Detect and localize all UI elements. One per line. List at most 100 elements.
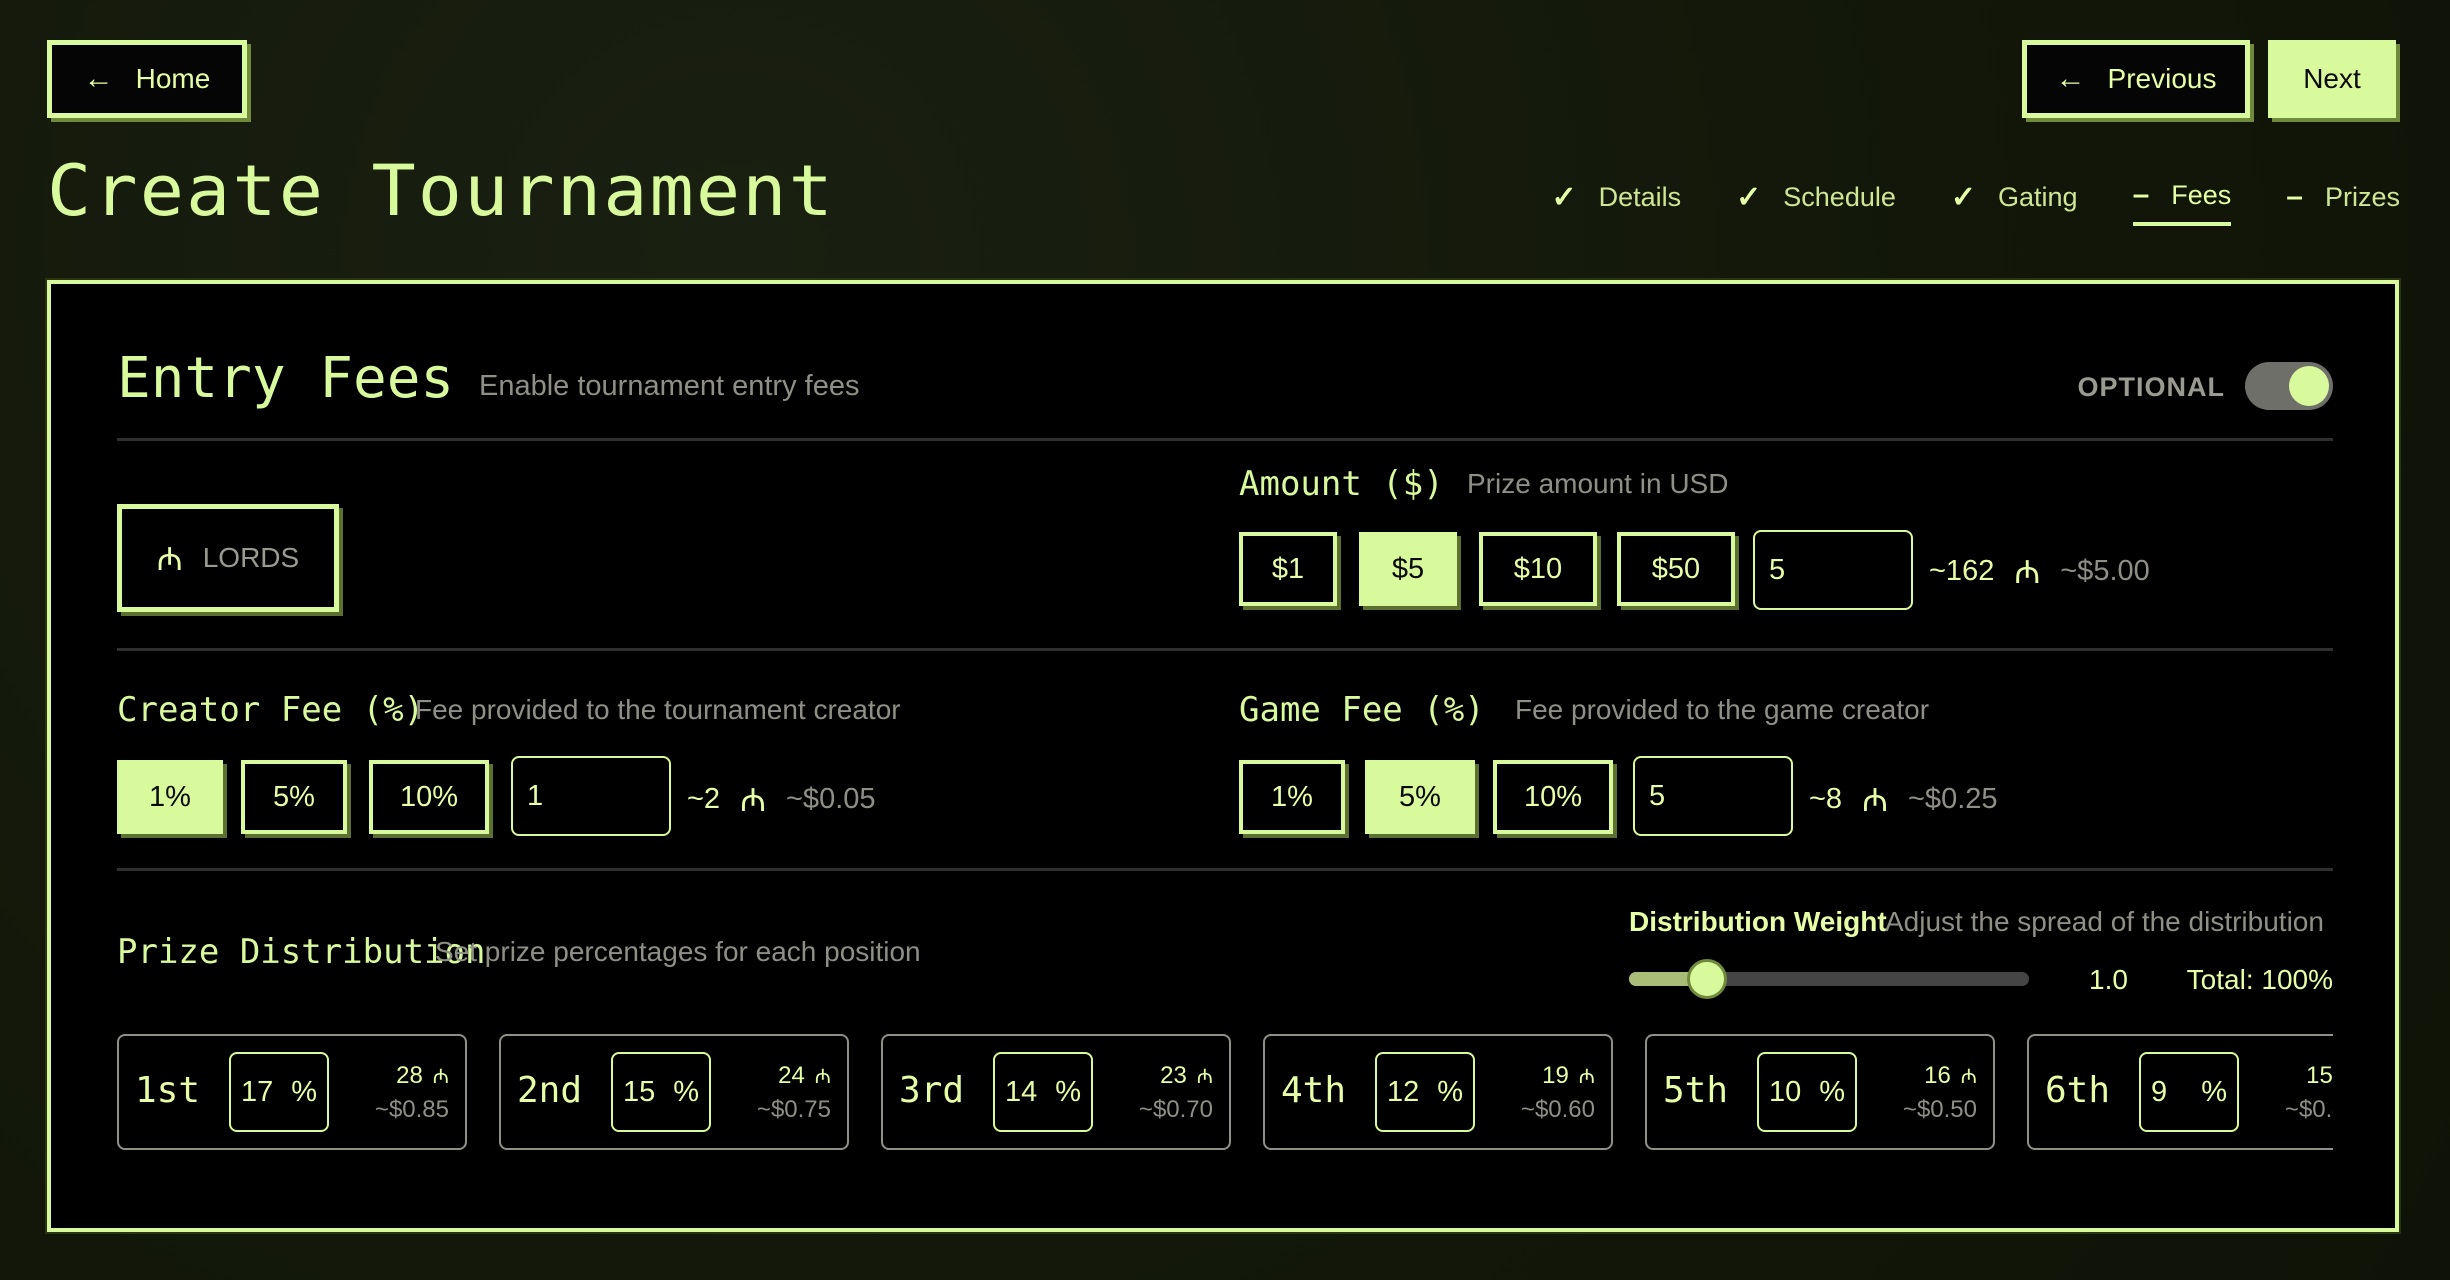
prize-position-card: 1st 17% 28 ₼ ~$0.85 — [117, 1034, 467, 1150]
usd-amount: ~$0.45 — [2284, 1096, 2333, 1123]
position-label: 6th — [2045, 1070, 2111, 1111]
prize-position-card: 2nd 15% 24 ₼ ~$0.75 — [499, 1034, 849, 1150]
divider — [117, 648, 2333, 651]
step-fees[interactable]: – Fees — [2132, 178, 2232, 226]
lords-icon: ₼ — [814, 1066, 831, 1088]
game-fee-preset-button[interactable]: 10% — [1493, 760, 1613, 834]
prize-distribution-title: Prize Distribution — [117, 932, 486, 972]
percentage-input[interactable]: 10% — [1757, 1052, 1857, 1132]
prize-position-list: 1st 17% 28 ₼ ~$0.85 2nd 15% 24 ₼ ~$0.75 3rd 14% 23 ₼ ~… — [117, 1034, 2333, 1152]
percent-symbol: % — [673, 1075, 699, 1108]
step-label: Details — [1598, 181, 1682, 212]
token-select[interactable]: ₼ LORDS — [117, 504, 339, 612]
distribution-weight-label: Distribution Weight — [1629, 906, 1887, 937]
percentage-input[interactable]: 14% — [993, 1052, 1093, 1132]
creator-fee-preset-button[interactable]: 5% — [241, 760, 347, 834]
amount-preset-button[interactable]: $50 — [1617, 532, 1735, 606]
arrow-left-icon: ← — [2055, 62, 2086, 95]
amount-subtitle: Prize amount in USD — [1467, 468, 1729, 499]
step-details[interactable]: ✓ Details — [1551, 178, 1681, 226]
game-fee-input[interactable]: 5 — [1633, 756, 1793, 836]
step-label: Gating — [1998, 181, 2078, 212]
percentage-input[interactable]: 12% — [1375, 1052, 1475, 1132]
game-fee-conversion: ~8 ₼ ~$0.25 — [1809, 778, 1998, 821]
token-amount-value: 23 — [1160, 1062, 1187, 1089]
lords-icon: ₼ — [1196, 1066, 1213, 1088]
percentage-input[interactable]: 9% — [2139, 1052, 2239, 1132]
percent-symbol: % — [2201, 1075, 2227, 1108]
token-equiv: ~162 — [1929, 555, 1995, 587]
slider-thumb[interactable] — [1687, 959, 1727, 999]
percentage-value: 17 — [241, 1075, 274, 1108]
lords-icon: ₼ — [2014, 554, 2041, 590]
token-amount: 19 ₼ — [1542, 1062, 1595, 1090]
creator-fee-input[interactable]: 1 — [511, 756, 671, 836]
next-button[interactable]: Next — [2268, 40, 2396, 118]
dash-icon: – — [2286, 180, 2303, 213]
percentage-value: 15 — [623, 1075, 656, 1108]
creator-fee-subtitle: Fee provided to the tournament creator — [415, 694, 901, 725]
creator-fee-preset-button[interactable]: 10% — [369, 760, 489, 834]
amount-preset-button[interactable]: $1 — [1239, 532, 1337, 606]
usd-amount: ~$0.50 — [1902, 1096, 1977, 1123]
next-label: Next — [2303, 63, 2361, 94]
check-icon: ✓ — [1551, 180, 1577, 214]
prize-position-card: 6th 9% 15₼ ~$0.45 — [2027, 1034, 2333, 1150]
position-label: 3rd — [899, 1070, 965, 1111]
position-label: 1st — [135, 1070, 201, 1111]
usd-amount: ~$0.70 — [1138, 1096, 1213, 1123]
entry-fees-panel: Entry Fees Enable tournament entry fees … — [47, 280, 2399, 1232]
position-label: 2nd — [517, 1070, 583, 1111]
step-prizes[interactable]: – Prizes — [2286, 178, 2400, 226]
token-amount: 23 ₼ — [1160, 1062, 1213, 1090]
usd-amount: ~$0.75 — [756, 1096, 831, 1123]
token-amount-value: 15 — [2306, 1062, 2333, 1089]
optional-label: OPTIONAL — [2077, 372, 2225, 402]
distribution-weight-slider[interactable] — [1629, 959, 2029, 999]
percent-symbol: % — [1819, 1075, 1845, 1108]
percent-symbol: % — [291, 1075, 317, 1108]
check-icon: ✓ — [1950, 180, 1977, 214]
lords-icon: ₼ — [156, 540, 183, 577]
game-fee-preset-button[interactable]: 5% — [1365, 760, 1475, 834]
prize-distribution-subtitle: Set prize percentages for each position — [435, 936, 921, 967]
distribution-weight-hint: Adjust the spread of the distribution — [1885, 906, 2324, 937]
creator-fee-preset-button[interactable]: 1% — [117, 760, 223, 834]
game-fee-title: Game Fee (%) — [1239, 690, 1485, 730]
entry-fees-toggle[interactable] — [2245, 362, 2333, 410]
home-button[interactable]: ← Home — [47, 40, 247, 118]
step-label: Schedule — [1783, 181, 1896, 212]
dash-icon: – — [2132, 178, 2150, 211]
percentage-value: 10 — [1769, 1075, 1802, 1108]
step-label: Prizes — [2324, 181, 2400, 212]
amount-preset-button[interactable]: $5 — [1359, 532, 1457, 606]
token-amount: 15₼ — [2306, 1062, 2333, 1090]
percent-symbol: % — [1437, 1075, 1463, 1108]
step-schedule[interactable]: ✓ Schedule — [1736, 178, 1896, 226]
prize-position-card: 5th 10% 16 ₼ ~$0.50 — [1645, 1034, 1995, 1150]
amount-input[interactable]: 5 — [1753, 530, 1913, 610]
divider — [117, 438, 2333, 441]
prize-position-card: 4th 12% 19 ₼ ~$0.60 — [1263, 1034, 1613, 1150]
arrow-left-icon: ← — [83, 62, 114, 95]
previous-label: Previous — [2107, 63, 2217, 94]
entry-fees-title: Entry Fees — [117, 346, 455, 411]
creator-fee-title: Creator Fee (%) — [117, 690, 425, 730]
stepper: ✓ Details ✓ Schedule ✓ Gating – Fees – Prizes — [1551, 178, 2400, 226]
percent-symbol: % — [1055, 1075, 1081, 1108]
lords-icon: ₼ — [1960, 1066, 1977, 1088]
step-label: Fees — [2171, 179, 2232, 210]
lords-icon: ₼ — [432, 1066, 449, 1088]
game-fee-preset-button[interactable]: 1% — [1239, 760, 1345, 834]
percentage-input[interactable]: 17% — [229, 1052, 329, 1132]
prize-position-card: 3rd 14% 23 ₼ ~$0.70 — [881, 1034, 1231, 1150]
usd-equiv: ~$0.05 — [786, 783, 876, 815]
amount-conversion: ~162 ₼ ~$5.00 — [1929, 550, 2150, 593]
percentage-input[interactable]: 15% — [611, 1052, 711, 1132]
lords-icon: ₼ — [740, 782, 766, 818]
step-gating[interactable]: ✓ Gating — [1951, 178, 2078, 226]
amount-preset-button[interactable]: $10 — [1479, 532, 1597, 606]
previous-button[interactable]: ← Previous — [2022, 40, 2250, 118]
position-label: 4th — [1281, 1070, 1347, 1111]
position-label: 5th — [1663, 1070, 1729, 1111]
